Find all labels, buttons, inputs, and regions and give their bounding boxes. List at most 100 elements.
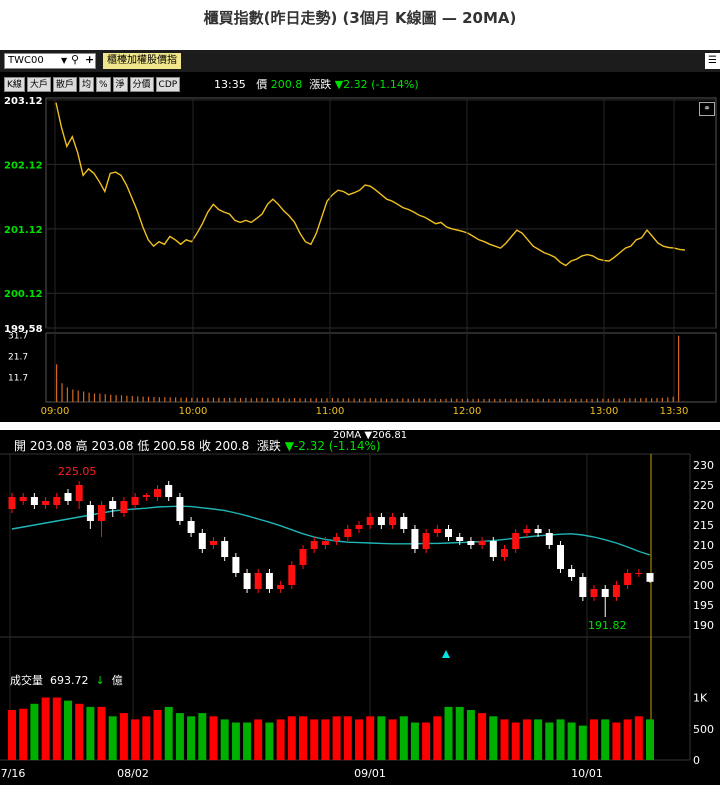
- volume-bar: [231, 722, 240, 760]
- time-tick-label: 13:30: [660, 406, 689, 417]
- volume-bar: [254, 719, 263, 760]
- intraday-volume-bar: [532, 398, 534, 402]
- change-label: 漲跌: [256, 439, 281, 453]
- volume-bar: [355, 719, 363, 760]
- volume-bar: [153, 710, 162, 760]
- intraday-volume-bar: [591, 398, 593, 402]
- intraday-volume-bar: [369, 398, 371, 402]
- intraday-volume-bar: [445, 398, 447, 402]
- intraday-volume-bar: [461, 398, 463, 402]
- volume-bar: [388, 719, 397, 760]
- volume-unit: 億: [111, 674, 123, 687]
- intraday-volume-bar: [494, 398, 496, 402]
- intraday-volume-bar: [521, 398, 523, 402]
- volume-bar: [209, 716, 218, 761]
- volume-bar: [310, 719, 319, 760]
- volume-bar: [265, 722, 274, 760]
- page-title: 櫃買指數(昨日走勢) (3個月 K線圖 — 20MA): [203, 9, 517, 27]
- candle-body: [489, 541, 497, 557]
- volume-bar: [187, 716, 196, 761]
- volume-bar: [623, 719, 632, 760]
- candle-body: [646, 573, 654, 582]
- intraday-volume-bar: [99, 393, 101, 402]
- intraday-volume-bar: [596, 398, 599, 402]
- intraday-volume-bar: [83, 391, 85, 402]
- ohlc-info: 開 203.08 高 203.08 低 200.58 收 200.8 漲跌 ▼-…: [14, 437, 381, 454]
- candle-body: [30, 497, 38, 505]
- intraday-volume-bar: [580, 398, 582, 402]
- intraday-volume-bar: [272, 397, 274, 402]
- candle-body: [545, 533, 553, 545]
- candle-body: [400, 517, 408, 529]
- intraday-volume-bar: [413, 398, 415, 402]
- volume-bar: [321, 719, 330, 760]
- intraday-volume-bar: [375, 398, 377, 402]
- intraday-volume-bar: [613, 398, 615, 402]
- volume-bar: [19, 708, 28, 761]
- intraday-volume-bar: [180, 397, 182, 402]
- candle-body: [355, 525, 363, 529]
- intraday-volume-bar: [212, 397, 215, 402]
- intraday-panel: TWC00 ▼ ⚲ + 櫃檯加權股價指 ☰ K線 大戶 散戶均% 淨分價 CDP 13:…: [0, 50, 720, 422]
- volume-tick-label: 21.7: [8, 353, 28, 363]
- candle-body: [612, 585, 620, 597]
- volume-plot-frame: [45, 332, 717, 403]
- intraday-volume-bar: [396, 398, 398, 402]
- high-label: 高: [75, 439, 88, 453]
- intraday-volume-bar: [326, 398, 328, 402]
- intraday-volume-bar: [191, 397, 193, 402]
- intraday-volume-bar: [321, 398, 323, 402]
- price-axis-label: 230: [693, 459, 714, 472]
- candle-body: [98, 505, 105, 521]
- intraday-volume-bar: [283, 398, 285, 402]
- intraday-volume-bar: [440, 398, 442, 402]
- intraday-volume-bar: [256, 398, 258, 402]
- kline-panel: 230 225 220 215 210 205 200 195 190 7/16 08/02 09/0…: [0, 430, 720, 785]
- volume-bar: [444, 706, 453, 760]
- intraday-volume-bar: [640, 398, 642, 402]
- candle-body: [221, 541, 229, 557]
- volume-bar: [511, 722, 520, 760]
- volume-bar: [131, 719, 140, 760]
- intraday-volume-bar: [629, 398, 631, 402]
- volume-bar: [142, 716, 151, 761]
- intraday-volume-bar: [56, 364, 58, 402]
- candle-body: [277, 585, 285, 589]
- candle-body: [64, 493, 72, 501]
- intraday-volume-bar: [504, 398, 507, 402]
- high-annotation: 225.05: [58, 465, 97, 478]
- intraday-volume-bar: [651, 398, 653, 402]
- price-axis-label: 210: [693, 539, 714, 552]
- volume-bar: [646, 719, 654, 760]
- intraday-volume-bar: [104, 394, 106, 402]
- intraday-volume-bar: [147, 396, 150, 402]
- intraday-volume-bar: [126, 395, 128, 402]
- intraday-volume-bar: [342, 398, 344, 402]
- intraday-volume-bar: [120, 395, 123, 402]
- intraday-volume-bar: [288, 398, 290, 402]
- volume-bar: [422, 722, 431, 760]
- intraday-volume-bar: [250, 398, 252, 402]
- intraday-volume-bar: [607, 398, 609, 402]
- intraday-volume-bar: [207, 397, 209, 402]
- close-value: 200.8: [214, 439, 250, 453]
- intraday-volume-bar: [164, 397, 166, 402]
- volume-bar: [634, 716, 643, 761]
- date-tick-label: 09/01: [354, 767, 386, 780]
- intraday-volume-bar: [229, 397, 231, 402]
- intraday-volume-bar: [472, 398, 474, 402]
- intraday-volume-bar: [185, 397, 187, 402]
- intraday-volume-bar: [234, 397, 236, 402]
- intraday-volume-bar: [223, 398, 225, 402]
- candle-body: [232, 557, 240, 573]
- candle-body: [389, 517, 397, 525]
- intraday-volume-bar: [310, 398, 312, 402]
- candle-body: [568, 569, 576, 577]
- intraday-volume-bar: [299, 398, 301, 402]
- price-tick-label: 200.12: [4, 289, 43, 300]
- candle-body: [254, 573, 262, 589]
- low-value: 200.58: [153, 439, 196, 453]
- candle-body: [579, 577, 587, 597]
- intraday-volume-bar: [488, 398, 490, 402]
- volume-bar: [108, 716, 117, 761]
